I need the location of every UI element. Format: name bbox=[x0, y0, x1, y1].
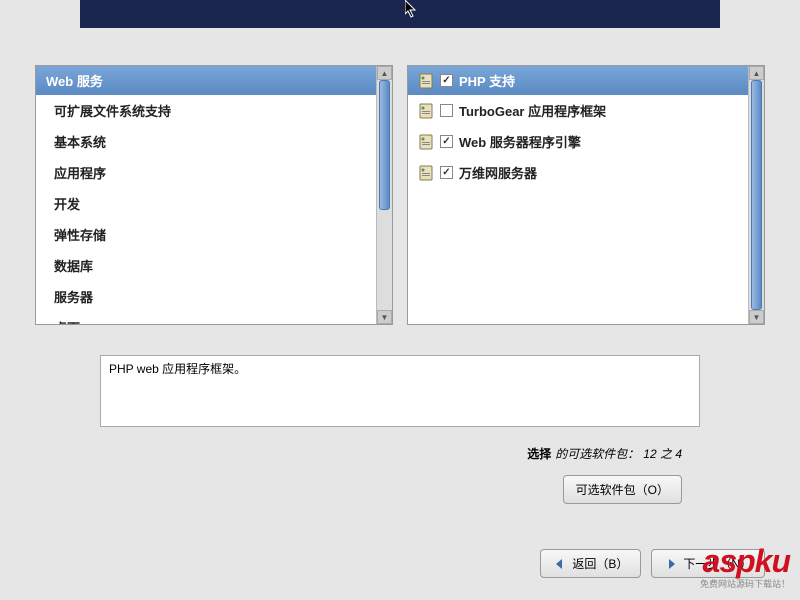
category-item[interactable]: 数据库 bbox=[36, 250, 376, 281]
package-icon bbox=[418, 134, 434, 150]
status-count: 12 之 4 bbox=[643, 445, 682, 462]
scrollbar[interactable]: ▲ ▼ bbox=[376, 66, 392, 324]
category-header-selected[interactable]: Web 服务 bbox=[36, 66, 376, 95]
package-checkbox[interactable] bbox=[440, 104, 453, 117]
package-icon bbox=[418, 165, 434, 181]
category-panel: Web 服务 可扩展文件系统支持 基本系统 应用程序 开发 弹性存储 数据库 服… bbox=[35, 65, 393, 325]
status-line: 选择 的可选软件包： 12 之 4 bbox=[527, 445, 682, 462]
category-item[interactable]: 基本系统 bbox=[36, 126, 376, 157]
category-label: 开发 bbox=[54, 194, 80, 213]
package-icon bbox=[418, 103, 434, 119]
package-label: Web 服务器程序引擎 bbox=[459, 132, 581, 151]
package-header-selected[interactable]: ✓ PHP 支持 bbox=[408, 66, 748, 95]
optional-packages-button[interactable]: 可选软件包（O） bbox=[563, 475, 682, 504]
arrow-right-icon bbox=[664, 557, 678, 571]
category-item[interactable]: 开发 bbox=[36, 188, 376, 219]
package-icon bbox=[418, 73, 434, 89]
package-header-label: PHP 支持 bbox=[459, 71, 515, 90]
category-item[interactable]: 服务器 bbox=[36, 281, 376, 312]
scroll-down-button[interactable]: ▼ bbox=[749, 310, 764, 324]
category-label: 服务器 bbox=[54, 287, 93, 306]
scroll-down-button[interactable]: ▼ bbox=[377, 310, 392, 324]
main-content: Web 服务 可扩展文件系统支持 基本系统 应用程序 开发 弹性存储 数据库 服… bbox=[35, 65, 765, 325]
back-button[interactable]: 返回（B） bbox=[540, 549, 641, 578]
category-label: 应用程序 bbox=[54, 163, 106, 182]
category-label: 弹性存储 bbox=[54, 225, 106, 244]
package-checkbox[interactable]: ✓ bbox=[440, 166, 453, 179]
scrollbar[interactable]: ▲ ▼ bbox=[748, 66, 764, 324]
category-item[interactable]: 弹性存储 bbox=[36, 219, 376, 250]
status-mid: 的可选软件包： bbox=[555, 445, 639, 462]
optional-button-label: 可选软件包（O） bbox=[576, 481, 669, 498]
watermark-sub: 免费网站源码下载站！ bbox=[700, 577, 790, 590]
package-panel: ✓ PHP 支持 TurboGear 应用程序框架 ✓ Web 服务器程序引擎 … bbox=[407, 65, 765, 325]
package-item[interactable]: TurboGear 应用程序框架 bbox=[408, 95, 748, 126]
back-button-label: 返回（B） bbox=[572, 555, 628, 572]
category-header-label: Web 服务 bbox=[46, 71, 103, 90]
watermark-logo: aspku bbox=[700, 549, 790, 575]
package-item[interactable]: ✓ 万维网服务器 bbox=[408, 157, 748, 188]
package-item[interactable]: ✓ Web 服务器程序引擎 bbox=[408, 126, 748, 157]
category-item[interactable]: 桌面 bbox=[36, 312, 376, 324]
package-label: 万维网服务器 bbox=[459, 163, 537, 182]
category-label: 可扩展文件系统支持 bbox=[54, 101, 171, 120]
package-checkbox[interactable]: ✓ bbox=[440, 135, 453, 148]
scrollbar-thumb[interactable] bbox=[751, 80, 762, 310]
scrollbar-thumb[interactable] bbox=[379, 80, 390, 210]
category-item[interactable]: 应用程序 bbox=[36, 157, 376, 188]
arrow-left-icon bbox=[553, 557, 567, 571]
status-prefix: 选择 bbox=[527, 445, 551, 462]
description-box: PHP web 应用程序框架。 bbox=[100, 355, 700, 427]
scroll-up-button[interactable]: ▲ bbox=[749, 66, 764, 80]
category-item[interactable]: 可扩展文件系统支持 bbox=[36, 95, 376, 126]
category-label: 数据库 bbox=[54, 256, 93, 275]
package-label: TurboGear 应用程序框架 bbox=[459, 101, 606, 120]
watermark: aspku 免费网站源码下载站！ bbox=[700, 549, 790, 590]
scroll-up-button[interactable]: ▲ bbox=[377, 66, 392, 80]
description-text: PHP web 应用程序框架。 bbox=[109, 362, 246, 376]
category-label: 基本系统 bbox=[54, 132, 106, 151]
category-label: 桌面 bbox=[54, 318, 80, 324]
title-bar bbox=[80, 0, 720, 28]
package-checkbox[interactable]: ✓ bbox=[440, 74, 453, 87]
